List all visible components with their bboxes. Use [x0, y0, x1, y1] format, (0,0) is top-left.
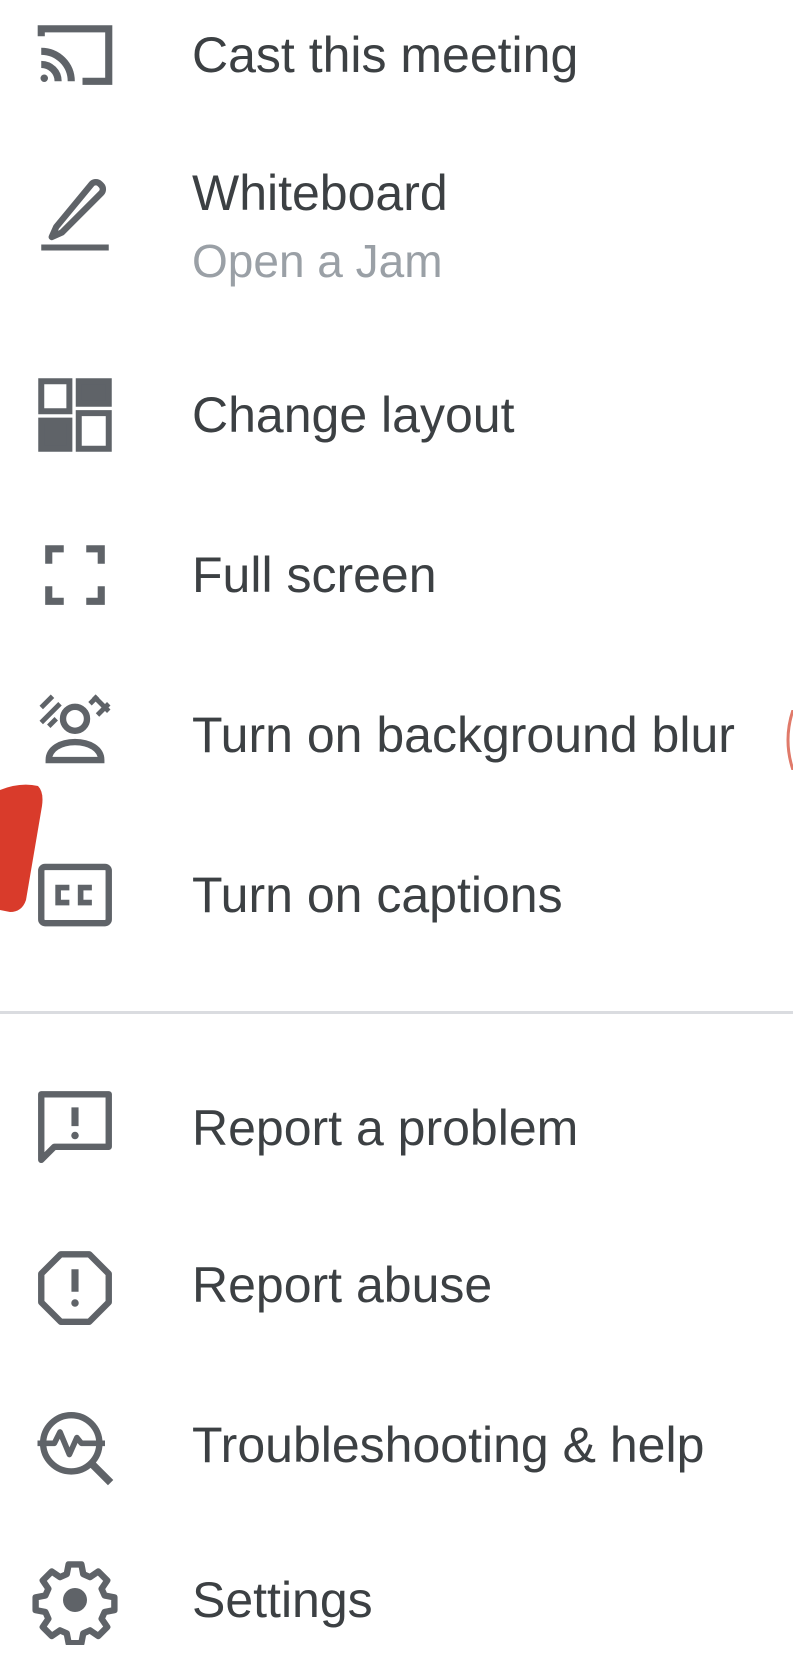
menu-item-cast[interactable]: Cast this meeting — [0, 0, 793, 130]
background-blur-icon — [30, 685, 120, 775]
more-options-menu: Cast this meeting Whiteboard Open a Jam … — [0, 0, 793, 1653]
menu-item-label: Turn on captions — [192, 867, 563, 923]
cast-icon — [30, 10, 120, 100]
menu-item-report-abuse[interactable]: Report abuse — [0, 1215, 793, 1365]
feedback-icon — [30, 1083, 120, 1173]
menu-item-label: Settings — [192, 1572, 373, 1628]
menu-item-label: Troubleshooting & help — [192, 1417, 705, 1473]
menu-item-label: Turn on background blur — [192, 707, 735, 763]
menu-item-label: Change layout — [192, 387, 515, 443]
report-abuse-icon — [30, 1243, 120, 1333]
troubleshooting-icon — [30, 1402, 120, 1492]
menu-item-background-blur[interactable]: Turn on background blur — [0, 660, 793, 810]
menu-item-full-screen[interactable]: Full screen — [0, 500, 793, 650]
menu-item-whiteboard[interactable]: Whiteboard Open a Jam — [0, 155, 793, 305]
pencil-icon — [30, 165, 120, 255]
menu-item-troubleshooting[interactable]: Troubleshooting & help — [0, 1380, 793, 1530]
menu-item-label: Whiteboard — [192, 165, 448, 221]
gear-icon — [30, 1555, 120, 1645]
menu-item-report-problem[interactable]: Report a problem — [0, 1055, 793, 1205]
layout-icon — [30, 370, 120, 460]
menu-item-label: Full screen — [192, 547, 437, 603]
menu-item-settings[interactable]: Settings — [0, 1540, 793, 1653]
menu-item-sublabel: Open a Jam — [192, 235, 443, 287]
menu-item-label: Cast this meeting — [192, 27, 579, 83]
menu-item-label: Report abuse — [192, 1257, 493, 1313]
menu-item-captions[interactable]: Turn on captions — [0, 820, 793, 970]
fullscreen-icon — [30, 530, 120, 620]
menu-divider — [0, 1011, 793, 1014]
menu-item-label: Report a problem — [192, 1100, 579, 1156]
menu-item-change-layout[interactable]: Change layout — [0, 340, 793, 490]
captions-icon — [30, 850, 120, 940]
